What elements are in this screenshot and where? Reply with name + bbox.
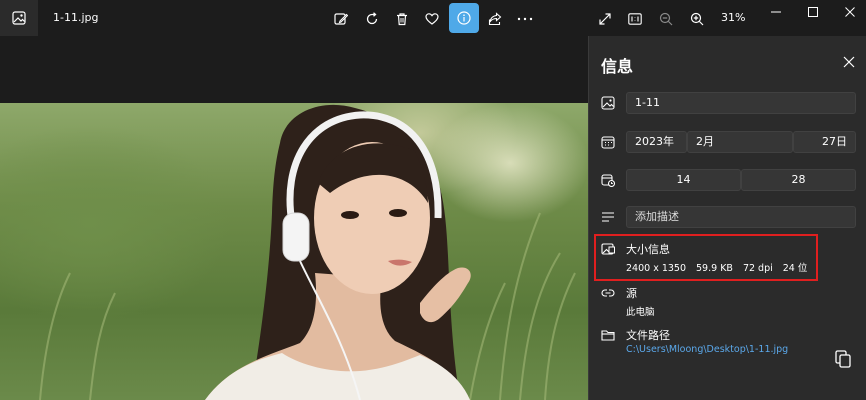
close-panel-icon[interactable] [842, 55, 856, 69]
copy-icon[interactable] [835, 350, 851, 368]
zoom-out-button[interactable] [652, 5, 680, 32]
zoom-out-icon [659, 12, 673, 25]
month-field[interactable]: 2月 [687, 131, 793, 153]
minute-field[interactable]: 28 [741, 169, 856, 191]
info-button[interactable] [449, 3, 479, 33]
photo-canvas [0, 103, 588, 400]
zoom-in-button[interactable] [683, 5, 711, 32]
size-info-highlight [594, 234, 818, 281]
link-icon [601, 289, 615, 297]
minimize-button[interactable] [764, 4, 788, 20]
rotate-icon [366, 11, 378, 24]
title-bar: 1-11.jpg 31% [0, 0, 866, 36]
info-icon [457, 11, 471, 25]
share-icon [488, 11, 502, 25]
delete-button[interactable] [388, 5, 416, 32]
panel-title: 信息 [601, 57, 634, 76]
minimize-icon [771, 11, 781, 13]
hour-field[interactable]: 14 [626, 169, 741, 191]
more-button[interactable] [511, 5, 539, 32]
close-icon [845, 7, 855, 17]
description-icon [602, 212, 614, 222]
day-field[interactable]: 27日 [793, 131, 856, 153]
edit-image-icon [334, 12, 348, 25]
calendar-clock-icon [601, 174, 615, 187]
rotate-button[interactable] [358, 5, 386, 32]
delete-icon [397, 12, 407, 25]
photo-app-icon [12, 11, 26, 25]
calendar-icon [601, 136, 615, 149]
expand-icon [599, 12, 611, 25]
share-button[interactable] [481, 5, 509, 32]
file-name: 1-11.jpg [53, 11, 99, 24]
actual-size-button[interactable] [621, 5, 649, 32]
close-window-button[interactable] [838, 4, 862, 20]
zoom-level[interactable]: 31% [721, 11, 745, 24]
file-path-link[interactable]: C:\Users\Mloong\Desktop\1-11.jpg [626, 344, 788, 355]
image-icon [601, 96, 615, 110]
source-title: 源 [626, 287, 637, 300]
source-value: 此电脑 [626, 307, 655, 318]
actual-size-icon [628, 12, 642, 25]
description-field[interactable]: 添加描述 [626, 206, 856, 228]
name-field[interactable]: 1-11 [626, 92, 856, 114]
fullscreen-button[interactable] [591, 5, 619, 32]
file-path-title: 文件路径 [626, 329, 670, 342]
year-field[interactable]: 2023年 [626, 131, 687, 153]
maximize-icon [808, 7, 818, 17]
favorite-button[interactable] [418, 5, 446, 32]
image-viewer[interactable] [0, 36, 588, 400]
photo-subject [39, 104, 576, 400]
folder-icon [601, 330, 615, 341]
edit-image-button[interactable] [327, 5, 355, 32]
app-icon-tile[interactable] [0, 0, 38, 36]
maximize-button[interactable] [801, 4, 825, 20]
zoom-in-icon [690, 12, 704, 25]
favorite-icon [425, 12, 439, 25]
info-panel: 信息 1-11 2023年 2月 27日 14 28 添加描述 大小信息 240… [588, 36, 866, 400]
more-icon [517, 17, 533, 20]
